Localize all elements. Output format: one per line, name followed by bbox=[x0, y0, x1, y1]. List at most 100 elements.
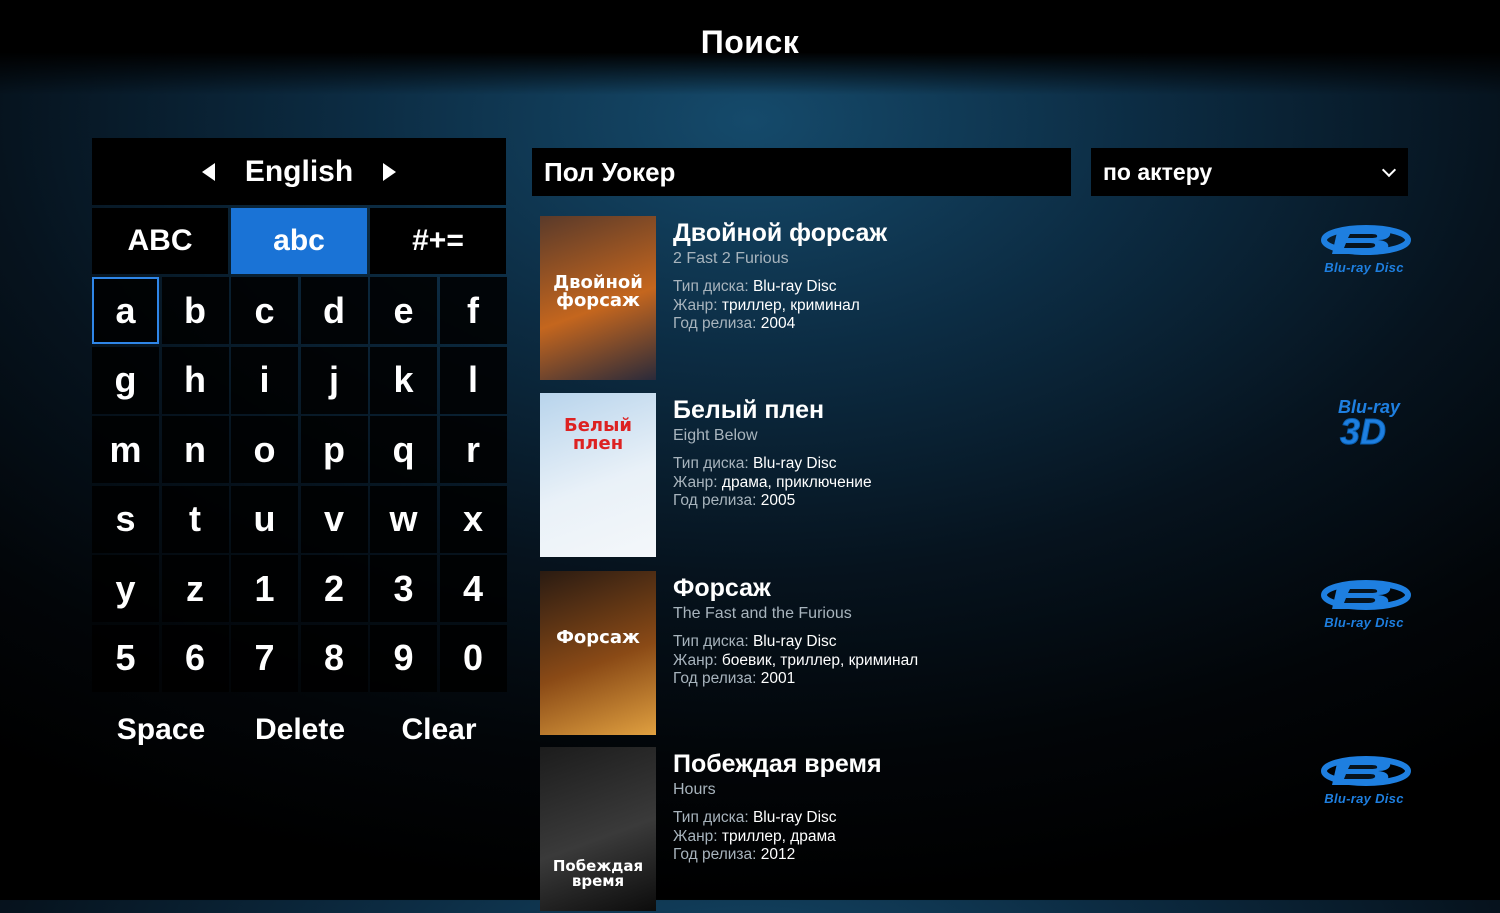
result-item[interactable]: Двойной форсаж Двойной форсаж 2 Fast 2 Fur… bbox=[540, 216, 1412, 382]
bluray-disc-text: Blu-ray Disc bbox=[1324, 615, 1404, 630]
keyboard-mode-row: ABC abc #+= bbox=[92, 208, 506, 274]
key-q[interactable]: q bbox=[370, 416, 437, 483]
result-disc-type: Тип диска: Blu-ray Disc bbox=[673, 455, 837, 473]
key-5[interactable]: 5 bbox=[92, 624, 159, 692]
mode-symbols-button[interactable]: #+= bbox=[370, 208, 506, 274]
key-c[interactable]: c bbox=[231, 277, 298, 344]
key-o[interactable]: o bbox=[231, 416, 298, 483]
keyboard-actions: Space Delete Clear bbox=[92, 695, 506, 765]
key-n[interactable]: n bbox=[161, 416, 229, 483]
key-l[interactable]: l bbox=[439, 346, 507, 414]
year-label: Год релиза: bbox=[673, 315, 757, 332]
key-e[interactable]: e bbox=[370, 277, 437, 344]
result-item[interactable]: Белый плен Белый плен Eight Below Тип диска… bbox=[540, 393, 1410, 559]
disc-type-label: Тип диска: bbox=[673, 633, 749, 650]
bluray-3d-badge: Blu-ray 3D bbox=[1316, 397, 1412, 455]
disc-type-label: Тип диска: bbox=[673, 809, 749, 826]
key-p[interactable]: p bbox=[300, 416, 368, 483]
key-2[interactable]: 2 bbox=[300, 555, 368, 622]
key-8[interactable]: 8 bbox=[300, 624, 368, 692]
bluray-3d-label: 3D bbox=[1339, 411, 1387, 453]
result-original-title: Eight Below bbox=[673, 427, 758, 444]
disc-type-value: Blu-ray Disc bbox=[752, 455, 837, 472]
genre-label: Жанр: bbox=[673, 652, 718, 669]
result-title: Белый плен bbox=[673, 396, 825, 424]
key-g[interactable]: g bbox=[92, 346, 159, 414]
key-1[interactable]: 1 bbox=[231, 555, 298, 622]
result-title: Форсаж bbox=[673, 574, 771, 602]
clear-button[interactable]: Clear bbox=[370, 695, 508, 765]
key-r[interactable]: r bbox=[439, 416, 507, 483]
key-0[interactable]: 0 bbox=[439, 624, 507, 692]
genre-value: триллер, криминал bbox=[721, 297, 860, 314]
key-d[interactable]: d bbox=[300, 277, 368, 344]
genre-value: боевик, триллер, криминал bbox=[721, 652, 919, 669]
arrow-right-icon[interactable] bbox=[383, 162, 397, 181]
key-z[interactable]: z bbox=[161, 555, 229, 622]
poster-title: Побеждая время bbox=[552, 857, 644, 890]
result-year: Год релиза: 2001 bbox=[673, 670, 795, 688]
year-label: Год релиза: bbox=[673, 492, 757, 509]
key-v[interactable]: v bbox=[300, 485, 368, 553]
key-i[interactable]: i bbox=[231, 346, 298, 414]
delete-button[interactable]: Delete bbox=[231, 695, 369, 765]
result-genre: Жанр: триллер, драма bbox=[673, 828, 836, 846]
key-h[interactable]: h bbox=[161, 346, 229, 414]
year-label: Год релиза: bbox=[673, 670, 757, 687]
movie-poster: Форсаж bbox=[540, 571, 656, 735]
key-t[interactable]: t bbox=[161, 485, 229, 553]
mode-uppercase-button[interactable]: ABC bbox=[92, 208, 228, 274]
result-original-title: Hours bbox=[673, 781, 716, 798]
poster-title: Двойной форсаж bbox=[553, 272, 643, 311]
space-button[interactable]: Space bbox=[92, 695, 230, 765]
result-year: Год релиза: 2004 bbox=[673, 315, 795, 333]
genre-label: Жанр: bbox=[673, 297, 718, 314]
key-u[interactable]: u bbox=[231, 485, 298, 553]
movie-poster: Белый плен bbox=[540, 393, 656, 557]
key-j[interactable]: j bbox=[300, 346, 368, 414]
poster-title: Белый плен bbox=[563, 415, 632, 454]
search-filter-value: по актеру bbox=[1103, 158, 1213, 185]
key-w[interactable]: w bbox=[370, 485, 437, 553]
disc-type-value: Blu-ray Disc bbox=[752, 633, 837, 650]
poster-title: Форсаж bbox=[556, 627, 640, 648]
bluray-disc-badge: Blu-ray Disc bbox=[1316, 222, 1412, 278]
genre-value: триллер, драма bbox=[721, 828, 836, 845]
search-input[interactable]: Пол Уокер bbox=[532, 148, 1071, 196]
bluray-disc-logo bbox=[1321, 756, 1411, 786]
key-k[interactable]: k bbox=[370, 346, 437, 414]
bluray-disc-badge: Blu-ray Disc bbox=[1316, 577, 1412, 633]
result-item[interactable]: Побеждая время Побеждая время Hours Тип дис… bbox=[540, 747, 1412, 913]
key-9[interactable]: 9 bbox=[370, 624, 437, 692]
key-b[interactable]: b bbox=[161, 277, 229, 344]
key-a[interactable]: a bbox=[92, 277, 159, 344]
search-filter-select[interactable]: по актеру bbox=[1091, 148, 1408, 196]
arrow-left-icon[interactable] bbox=[201, 162, 215, 181]
key-6[interactable]: 6 bbox=[161, 624, 229, 692]
bluray-disc-logo bbox=[1321, 225, 1411, 255]
key-y[interactable]: y bbox=[92, 555, 159, 622]
result-year: Год релиза: 2005 bbox=[673, 492, 795, 510]
language-switcher: English bbox=[92, 138, 506, 205]
key-4[interactable]: 4 bbox=[439, 555, 507, 622]
key-3[interactable]: 3 bbox=[370, 555, 437, 622]
key-x[interactable]: x bbox=[439, 485, 507, 553]
year-value: 2004 bbox=[760, 315, 796, 332]
bluray-disc-badge: Blu-ray Disc bbox=[1316, 753, 1412, 809]
key-f[interactable]: f bbox=[439, 277, 507, 344]
mode-lowercase-button[interactable]: abc bbox=[231, 208, 367, 274]
year-label: Год релиза: bbox=[673, 846, 757, 863]
key-s[interactable]: s bbox=[92, 485, 159, 553]
result-disc-type: Тип диска: Blu-ray Disc bbox=[673, 809, 837, 827]
bluray-disc-logo bbox=[1321, 580, 1411, 610]
key-m[interactable]: m bbox=[92, 416, 159, 483]
result-item[interactable]: Форсаж Форсаж The Fast and the Furious Тип … bbox=[540, 571, 1412, 737]
year-value: 2005 bbox=[760, 492, 796, 509]
result-genre: Жанр: драма, приключение bbox=[673, 474, 872, 492]
genre-value: драма, приключение bbox=[721, 474, 872, 491]
bluray-disc-text: Blu-ray Disc bbox=[1324, 791, 1404, 806]
result-genre: Жанр: триллер, криминал bbox=[673, 297, 860, 315]
year-value: 2001 bbox=[760, 670, 796, 687]
bluray-disc-text: Blu-ray Disc bbox=[1324, 260, 1404, 275]
key-7[interactable]: 7 bbox=[231, 624, 298, 692]
